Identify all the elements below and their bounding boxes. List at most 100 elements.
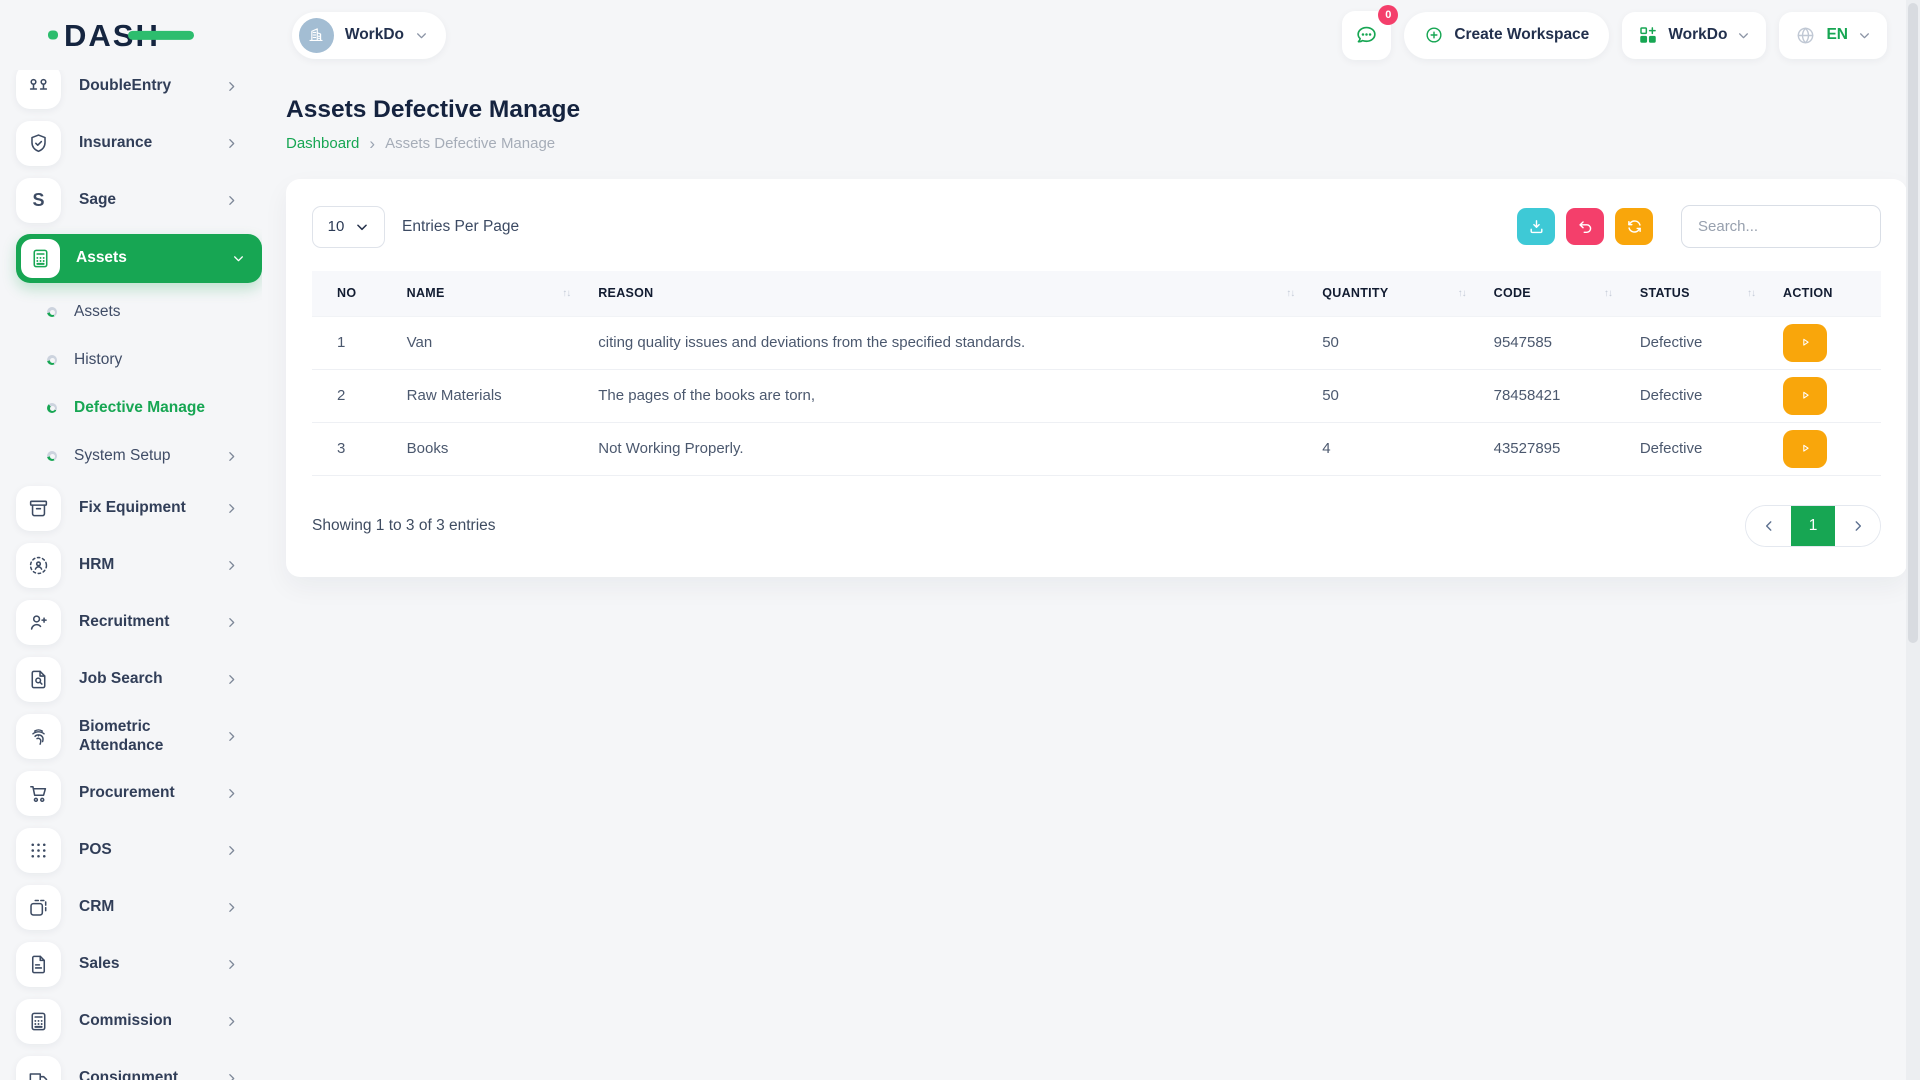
chevron-right-icon: › bbox=[369, 135, 375, 152]
cell-reason: citing quality issues and deviations fro… bbox=[584, 316, 1308, 369]
logo-bar-icon bbox=[128, 31, 194, 40]
search-input[interactable] bbox=[1681, 205, 1881, 248]
breadcrumb: Dashboard › Assets Defective Manage bbox=[286, 135, 1907, 152]
workspace-selector[interactable]: WorkDo bbox=[292, 12, 446, 59]
document-search-icon bbox=[16, 657, 61, 702]
column-header-status[interactable]: STATUS ↑↓ bbox=[1626, 271, 1769, 316]
export-download-button[interactable] bbox=[1517, 208, 1555, 245]
topbar: DASH WorkDo 0 Create Workspace WorkDo bbox=[0, 0, 1920, 70]
sidebar-item-commission[interactable]: Commission bbox=[16, 993, 262, 1050]
sidebar-item-job-search[interactable]: Job Search bbox=[16, 651, 262, 708]
sidebar-item-label: Insurance bbox=[79, 134, 225, 153]
fingerprint-icon bbox=[16, 714, 61, 759]
sidebar-subitem-history[interactable]: History bbox=[16, 336, 262, 384]
sidebar-subitem-label: History bbox=[74, 351, 238, 369]
sidebar-item-hrm[interactable]: HRM bbox=[16, 537, 262, 594]
sidebar-item-label: Sales bbox=[79, 955, 225, 974]
sidebar-item-assets[interactable]: Assets bbox=[16, 234, 262, 283]
sidebar-item-procurement[interactable]: Procurement bbox=[16, 765, 262, 822]
play-arrow-icon bbox=[1798, 335, 1813, 350]
main-content: Assets Defective Manage Dashboard › Asse… bbox=[262, 70, 1920, 1080]
logo-dot-icon bbox=[48, 31, 58, 40]
sidebar-item-label: Sage bbox=[79, 191, 225, 210]
column-header-label: NAME bbox=[407, 286, 445, 300]
cell-quantity: 50 bbox=[1308, 316, 1479, 369]
cell-action bbox=[1769, 316, 1881, 369]
letter-s-icon: S bbox=[16, 178, 61, 223]
sidebar-item-consignment[interactable]: Consignment bbox=[16, 1050, 262, 1080]
column-header-reason[interactable]: REASON ↑↓ bbox=[584, 271, 1308, 316]
sidebar-item-doubleentry[interactable]: DoubleEntry bbox=[16, 70, 262, 115]
sidebar-item-insurance[interactable]: Insurance bbox=[16, 115, 262, 172]
breadcrumb-dashboard-link[interactable]: Dashboard bbox=[286, 135, 359, 152]
row-action-button[interactable] bbox=[1783, 430, 1827, 468]
sort-icon[interactable]: ↑↓ bbox=[562, 288, 570, 299]
sort-icon[interactable]: ↑↓ bbox=[1458, 288, 1466, 299]
sort-icon[interactable]: ↑↓ bbox=[1604, 288, 1612, 299]
sidebar-subitem-label: Assets bbox=[74, 303, 238, 321]
bullet-icon bbox=[47, 355, 57, 365]
bullet-icon bbox=[47, 307, 57, 317]
pagination-next-button[interactable] bbox=[1835, 506, 1880, 546]
chevron-right-icon bbox=[1851, 519, 1865, 533]
sidebar-item-label: POS bbox=[79, 841, 225, 860]
cell-code: 9547585 bbox=[1480, 316, 1626, 369]
page-title: Assets Defective Manage bbox=[286, 96, 1907, 124]
bullet-icon bbox=[47, 451, 57, 461]
entries-per-page-label: Entries Per Page bbox=[402, 218, 519, 236]
cell-action bbox=[1769, 422, 1881, 475]
sidebar-item-label: Job Search bbox=[79, 670, 225, 689]
column-header-action: ACTION bbox=[1769, 271, 1881, 316]
page-scrollbar[interactable] bbox=[1906, 0, 1920, 1080]
company-menu[interactable]: WorkDo bbox=[1622, 12, 1766, 59]
entries-per-page-select[interactable]: 10 bbox=[312, 206, 385, 248]
sidebar-item-biometric-attendance[interactable]: Biometric Attendance bbox=[16, 708, 262, 765]
sidebar-item-crm[interactable]: CRM bbox=[16, 879, 262, 936]
row-action-button[interactable] bbox=[1783, 377, 1827, 415]
person-plus-icon bbox=[16, 600, 61, 645]
messages-button[interactable]: 0 bbox=[1342, 11, 1391, 60]
cell-name: Books bbox=[393, 422, 585, 475]
sidebar-item-pos[interactable]: POS bbox=[16, 822, 262, 879]
undo-button[interactable] bbox=[1566, 208, 1604, 245]
chevron-right-icon bbox=[225, 502, 238, 515]
table-row: 1Vanciting quality issues and deviations… bbox=[312, 316, 1881, 369]
sidebar-item-recruitment[interactable]: Recruitment bbox=[16, 594, 262, 651]
scrollbar-thumb[interactable] bbox=[1908, 3, 1918, 643]
sidebar-item-sage[interactable]: S Sage bbox=[16, 172, 262, 229]
create-workspace-button[interactable]: Create Workspace bbox=[1404, 12, 1609, 59]
row-action-button[interactable] bbox=[1783, 324, 1827, 362]
sidebar-item-label: DoubleEntry bbox=[79, 77, 225, 96]
chevron-right-icon bbox=[225, 673, 238, 686]
column-header-quantity[interactable]: QUANTITY↑↓ bbox=[1308, 271, 1479, 316]
company-menu-label: WorkDo bbox=[1668, 26, 1727, 44]
pagination-prev-button[interactable] bbox=[1746, 506, 1791, 546]
sidebar-subitem-defective-manage[interactable]: Defective Manage bbox=[16, 384, 262, 432]
refresh-icon bbox=[1625, 217, 1644, 236]
chevron-down-icon bbox=[1858, 29, 1871, 42]
table-row: 3BooksNot Working Properly.443527895Defe… bbox=[312, 422, 1881, 475]
pagination: 1 bbox=[1745, 505, 1881, 547]
column-header-label: REASON bbox=[598, 286, 653, 300]
column-header-code[interactable]: CODE↑↓ bbox=[1480, 271, 1626, 316]
grid-dots-icon bbox=[16, 828, 61, 873]
sidebar-item-fix-equipment[interactable]: Fix Equipment bbox=[16, 480, 262, 537]
sidebar-item-label: CRM bbox=[79, 898, 225, 917]
cell-no: 2 bbox=[312, 369, 393, 422]
sort-icon[interactable]: ↑↓ bbox=[1286, 288, 1294, 299]
document-icon bbox=[16, 942, 61, 987]
sidebar-subitem-system-setup[interactable]: System Setup bbox=[16, 432, 262, 480]
sidebar-item-sales[interactable]: Sales bbox=[16, 936, 262, 993]
app-logo[interactable]: DASH bbox=[64, 20, 160, 51]
column-header-label: STATUS bbox=[1640, 286, 1690, 300]
refresh-button[interactable] bbox=[1615, 208, 1653, 245]
column-header-name[interactable]: NAME ↑↓ bbox=[393, 271, 585, 316]
chevron-right-icon bbox=[225, 80, 238, 93]
cell-quantity: 50 bbox=[1308, 369, 1479, 422]
sidebar-item-label: Commission bbox=[79, 1012, 225, 1031]
language-selector[interactable]: EN bbox=[1779, 12, 1887, 59]
cell-no: 1 bbox=[312, 316, 393, 369]
pagination-current-page[interactable]: 1 bbox=[1791, 506, 1835, 546]
sort-icon[interactable]: ↑↓ bbox=[1747, 288, 1755, 299]
sidebar-subitem-assets[interactable]: Assets bbox=[16, 288, 262, 336]
